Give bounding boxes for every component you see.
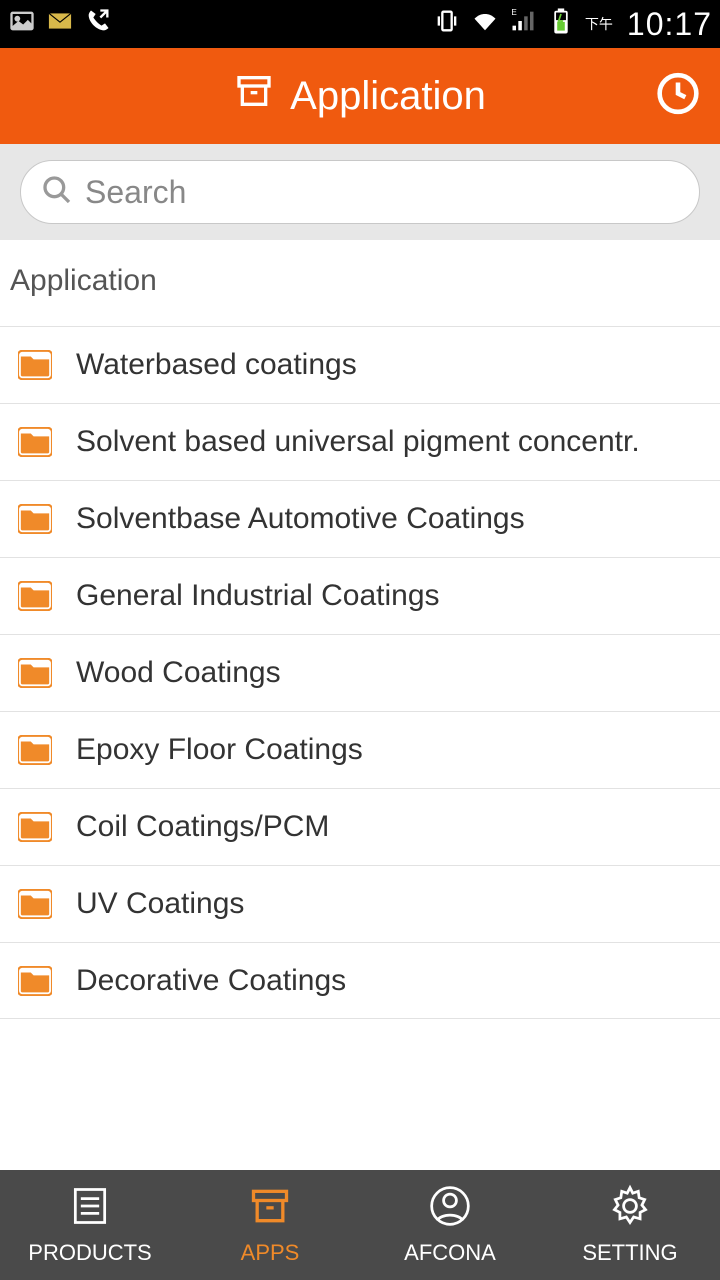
folder-icon xyxy=(18,658,52,688)
time-suffix: 下午 xyxy=(585,14,613,34)
folder-icon xyxy=(18,427,52,457)
nav-afcona[interactable]: AFCONA xyxy=(360,1170,540,1280)
nav-apps[interactable]: APPS xyxy=(180,1170,360,1280)
list-item-label: Solvent based universal pigment concentr… xyxy=(76,425,640,459)
folder-icon xyxy=(18,889,52,919)
list-item-label: Solventbase Automotive Coatings xyxy=(76,502,525,536)
nav-label: AFCONA xyxy=(404,1240,496,1266)
folder-icon xyxy=(18,966,52,996)
search-box[interactable] xyxy=(20,160,700,224)
list-item-label: Waterbased coatings xyxy=(76,348,357,382)
image-icon xyxy=(8,7,36,42)
status-bar: E 下午 10:17 xyxy=(0,0,720,48)
vibrate-icon xyxy=(433,7,461,42)
list-item[interactable]: Decorative Coatings xyxy=(0,942,720,1019)
folder-icon xyxy=(18,812,52,842)
status-time: 10:17 xyxy=(627,6,712,43)
list-item[interactable]: General Industrial Coatings xyxy=(0,557,720,634)
folder-icon xyxy=(18,581,52,611)
history-button[interactable] xyxy=(656,72,700,121)
nav-label: APPS xyxy=(241,1240,300,1266)
section-header: Application xyxy=(0,240,720,326)
list-item[interactable]: Coil Coatings/PCM xyxy=(0,788,720,865)
mail-icon xyxy=(46,7,74,42)
list-item-label: Decorative Coatings xyxy=(76,964,346,998)
list-item[interactable]: Epoxy Floor Coatings xyxy=(0,711,720,788)
wifi-icon xyxy=(471,7,499,42)
list-item-label: Wood Coatings xyxy=(76,656,281,690)
app-bar-title: Application xyxy=(290,74,486,119)
call-forward-icon xyxy=(84,7,112,42)
search-input[interactable] xyxy=(85,174,679,211)
list-item[interactable]: UV Coatings xyxy=(0,865,720,942)
list-item-label: Coil Coatings/PCM xyxy=(76,810,329,844)
battery-icon xyxy=(547,7,575,42)
list-item[interactable]: Solventbase Automotive Coatings xyxy=(0,480,720,557)
person-icon xyxy=(426,1184,474,1234)
list-item[interactable]: Wood Coatings xyxy=(0,634,720,711)
gear-icon xyxy=(606,1184,654,1234)
nav-setting[interactable]: SETTING xyxy=(540,1170,720,1280)
list-item-label: Epoxy Floor Coatings xyxy=(76,733,363,767)
nav-label: SETTING xyxy=(582,1240,677,1266)
signal-icon: E xyxy=(509,7,537,42)
list-item-label: UV Coatings xyxy=(76,887,244,921)
nav-label: PRODUCTS xyxy=(28,1240,151,1266)
app-bar: Application xyxy=(0,48,720,144)
svg-text:E: E xyxy=(511,8,517,17)
bottom-nav: PRODUCTS APPS AFCONA SETTING xyxy=(0,1170,720,1280)
folder-icon xyxy=(18,735,52,765)
search-icon xyxy=(41,174,73,211)
list-icon xyxy=(66,1184,114,1234)
folder-icon xyxy=(18,350,52,380)
nav-products[interactable]: PRODUCTS xyxy=(0,1170,180,1280)
list-item-label: General Industrial Coatings xyxy=(76,579,440,613)
list-item[interactable]: Solvent based universal pigment concentr… xyxy=(0,403,720,480)
main-content: Application Waterbased coatings Solvent … xyxy=(0,240,720,1170)
search-container xyxy=(0,144,720,240)
folder-icon xyxy=(18,504,52,534)
archive-icon xyxy=(246,1184,294,1234)
archive-icon xyxy=(234,71,274,121)
list-item[interactable]: Waterbased coatings xyxy=(0,326,720,403)
